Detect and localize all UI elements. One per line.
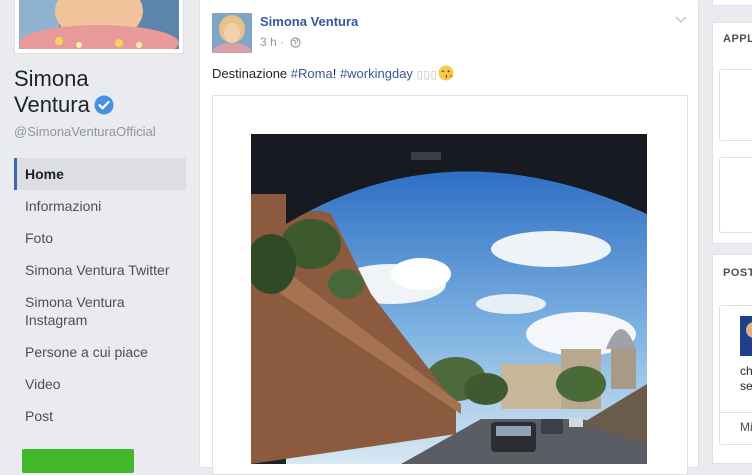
hashtag-roma[interactable]: #Roma	[291, 66, 333, 81]
nav-item-twitter[interactable]: Simona Ventura Twitter	[14, 261, 186, 279]
page-sidebar: Simona Ventura @SimonaVenturaOfficial Ho…	[0, 0, 200, 473]
page-username[interactable]: @SimonaVenturaOfficial	[14, 124, 156, 139]
page-title[interactable]: Simona Ventura	[14, 66, 194, 121]
nav-item-persone-a-cui-piace[interactable]: Persone a cui piace	[14, 343, 186, 361]
nav-item-post[interactable]: Post	[14, 407, 186, 425]
post-media-frame	[212, 95, 688, 475]
profile-picture[interactable]	[14, 0, 184, 54]
verified-badge-icon	[94, 95, 114, 121]
post-author-avatar[interactable]	[212, 13, 252, 53]
nav-item-foto[interactable]: Foto	[14, 229, 186, 247]
app-tile-1[interactable]	[719, 69, 752, 141]
snippet-line-2: sec	[740, 379, 752, 393]
nav-item-instagram[interactable]: Simona Ventura Instagram	[14, 293, 186, 329]
posts-heading: POST	[723, 267, 752, 279]
post-text-prefix: Destinazione	[212, 66, 291, 81]
apps-heading: APPL	[723, 33, 752, 45]
post-time[interactable]: 3 h	[260, 35, 277, 49]
call-to-action-button[interactable]	[22, 449, 134, 473]
page-title-first: Simona	[14, 66, 89, 91]
related-post-like-link[interactable]: Mi	[740, 420, 752, 434]
post-text: Destinazione #Roma! #workingday ▯▯▯	[212, 65, 454, 84]
unrendered-emoji-glyphs: ▯▯▯	[416, 69, 438, 81]
winking-kiss-emoji-icon	[438, 65, 454, 84]
post-timestamp[interactable]: 3 h ·	[260, 35, 302, 51]
post-photo[interactable]	[251, 134, 647, 464]
page-title-last: Ventura	[14, 92, 90, 117]
globe-icon	[290, 37, 302, 51]
posts-section: POST che sec Mi	[712, 254, 752, 464]
chevron-down-icon[interactable]	[674, 13, 688, 25]
post-author-name[interactable]: Simona Ventura	[260, 14, 358, 29]
nav-item-home[interactable]: Home	[14, 158, 186, 190]
nav-item-informazioni[interactable]: Informazioni	[14, 197, 186, 215]
related-post-card[interactable]: che sec Mi	[719, 305, 752, 445]
hashtag-workingday[interactable]: #workingday	[340, 66, 413, 81]
post-meta-separator: ·	[280, 35, 285, 49]
post-card: Simona Ventura 3 h · Destinazione #Roma!…	[199, 0, 699, 475]
related-post-thumbnail	[740, 316, 752, 356]
apps-section: APPL	[712, 22, 752, 244]
post-text-middle: !	[332, 66, 340, 81]
apps-card	[712, 0, 752, 6]
related-post-divider	[720, 412, 752, 413]
app-tile-2[interactable]	[719, 157, 752, 233]
nav-item-video[interactable]: Video	[14, 375, 186, 393]
related-post-snippet: che sec	[740, 364, 752, 394]
snippet-line-1: che	[740, 364, 752, 378]
page-navigation: Home Informazioni Foto Simona Ventura Tw…	[14, 158, 186, 439]
